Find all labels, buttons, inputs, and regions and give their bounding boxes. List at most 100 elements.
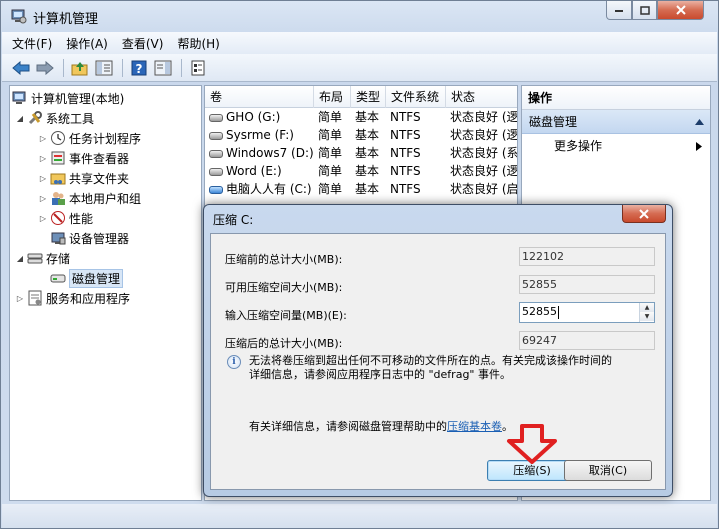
device-manager-icon — [50, 230, 66, 246]
menu-view[interactable]: 查看(V) — [122, 35, 164, 52]
minimize-icon — [615, 10, 623, 12]
tree-item-performance[interactable]: ▷ 性能 — [38, 209, 93, 227]
volume-name: Sysrme (F:) — [226, 128, 294, 142]
shrink-basic-volume-link[interactable]: 压缩基本卷 — [447, 420, 502, 433]
cell-layout: 简单 — [318, 164, 343, 178]
tree-item-task-scheduler[interactable]: ▷ 任务计划程序 — [38, 129, 141, 147]
table-row[interactable]: Sysrme (F:) 简单 基本 NTFS 状态良好 (逻 — [205, 126, 517, 144]
svg-text:?: ? — [136, 62, 143, 76]
table-row[interactable]: Word (E:) 简单 基本 NTFS 状态良好 (逻 — [205, 162, 518, 180]
cell-type: 基本 — [355, 128, 380, 142]
maximize-button[interactable] — [632, 1, 657, 20]
tree-item-system-tools[interactable]: ◢ 系统工具 — [15, 109, 94, 127]
list-header: 卷 布局 类型 文件系统 状态 — [205, 86, 517, 108]
close-button[interactable] — [657, 1, 704, 20]
shrink-amount-stepper[interactable]: 52855 ▲ ▼ — [519, 302, 655, 323]
forward-button[interactable] — [34, 57, 56, 79]
info-message: 无法将卷压缩到超出任何不可移动的文件所在的点。有关完成该操作时间的 详细信息，请… — [249, 354, 659, 382]
tree-label: 服务和应用程序 — [46, 291, 131, 306]
shrink-amount-input[interactable]: 52855 — [522, 305, 557, 318]
action-section-label: 磁盘管理 — [529, 115, 578, 129]
menu-file[interactable]: 文件(F) — [12, 35, 52, 52]
column-header-filesystem[interactable]: 文件系统 — [386, 86, 446, 108]
console-tree-pane: 计算机管理(本地) ◢ 系统工具 ▷ 任务计划程序 ▷ 事件查看器 ▷ 共享文件… — [9, 85, 202, 501]
table-row[interactable]: GHO (G:) 简单 基本 NTFS 状态良好 (逻 — [205, 108, 517, 126]
back-arrow-icon — [12, 60, 30, 75]
tree-item-shared-folders[interactable]: ▷ 共享文件夹 — [38, 169, 129, 187]
tree-item-local-users[interactable]: ▷ 本地用户和组 — [38, 189, 141, 207]
column-header-layout[interactable]: 布局 — [314, 86, 351, 108]
collapse-arrow-icon[interactable]: ◢ — [15, 114, 25, 123]
spin-buttons: ▲ ▼ — [639, 303, 654, 322]
help-button[interactable]: ? — [128, 57, 150, 79]
dialog-body: 压缩前的总计大小(MB): 122102 可用压缩空间大小(MB): 52855… — [210, 233, 666, 490]
menu-help[interactable]: 帮助(H) — [177, 35, 219, 52]
cell-layout: 简单 — [318, 110, 343, 124]
more-actions-item[interactable]: 更多操作 — [522, 134, 710, 158]
cell-status: 状态良好 (系 — [450, 146, 518, 160]
expand-arrow-icon[interactable]: ▷ — [38, 134, 48, 143]
clock-icon — [50, 130, 66, 146]
action-section-disk-management[interactable]: 磁盘管理 — [522, 110, 710, 134]
table-row[interactable]: Windows7 (D:) 简单 基本 NTFS 状态良好 (系 — [205, 144, 518, 162]
decrement-down-icon[interactable]: ▼ — [640, 312, 654, 321]
tree-item-event-viewer[interactable]: ▷ 事件查看器 — [38, 149, 129, 167]
tools-icon — [27, 110, 43, 126]
show-hide-action-pane-button[interactable] — [152, 57, 174, 79]
back-button[interactable] — [10, 57, 32, 79]
tree-label: 设备管理器 — [69, 231, 130, 246]
cell-layout: 简单 — [318, 146, 343, 160]
tree-item-services[interactable]: ▷ 服务和应用程序 — [15, 289, 130, 307]
cell-filesystem: NTFS — [390, 110, 421, 124]
show-hide-tree-button[interactable] — [93, 57, 115, 79]
window-title: 计算机管理 — [33, 12, 99, 27]
properties-button[interactable] — [187, 57, 209, 79]
forward-arrow-icon — [36, 60, 54, 75]
tree-label: 任务计划程序 — [69, 131, 142, 146]
cell-volume: Windows7 (D:) — [205, 144, 314, 162]
up-level-button[interactable] — [69, 57, 91, 79]
computer-management-icon — [12, 90, 28, 106]
cancel-button[interactable]: 取消(C) — [564, 460, 652, 481]
action-pane-icon — [154, 60, 172, 75]
shared-folder-icon — [50, 170, 66, 186]
tree-item-computer-management[interactable]: 计算机管理(本地) — [12, 89, 124, 107]
column-header-type[interactable]: 类型 — [351, 86, 386, 108]
table-row[interactable]: 电脑人人有 (C:) 简单 基本 NTFS 状态良好 (启 — [205, 180, 517, 198]
disk-icon — [209, 131, 223, 140]
expand-arrow-icon[interactable]: ▷ — [38, 154, 48, 163]
title-bar: 计算机管理 — [1, 1, 718, 31]
menu-action[interactable]: 操作(A) — [66, 35, 108, 52]
cell-type: 基本 — [355, 182, 380, 196]
menu-bar: 文件(F) 操作(A) 查看(V) 帮助(H) — [2, 32, 717, 54]
column-header-volume[interactable]: 卷 — [205, 86, 314, 108]
expand-arrow-icon[interactable]: ▷ — [38, 174, 48, 183]
available-space-value: 52855 — [519, 275, 655, 294]
cell-layout: 简单 — [318, 128, 343, 142]
tree-item-disk-management[interactable]: 磁盘管理 — [48, 268, 124, 288]
tree-item-device-manager[interactable]: 设备管理器 — [48, 229, 129, 247]
increment-up-icon[interactable]: ▲ — [640, 303, 654, 312]
expand-arrow-icon[interactable]: ▷ — [15, 294, 25, 303]
collapse-arrow-icon[interactable]: ◢ — [15, 254, 25, 263]
cell-volume: 电脑人人有 (C:) — [205, 180, 314, 198]
shrink-amount-label: 输入压缩空间量(MB)(E): — [225, 309, 347, 322]
system-disk-icon — [209, 185, 223, 194]
help-line: 有关详细信息，请参阅磁盘管理帮助中的压缩基本卷。 — [249, 418, 513, 434]
minimize-button[interactable] — [606, 1, 632, 20]
expand-arrow-icon[interactable]: ▷ — [38, 214, 48, 223]
cell-status: 状态良好 (逻 — [450, 164, 518, 178]
cell-type: 基本 — [355, 164, 380, 178]
cell-layout: 简单 — [318, 182, 343, 196]
folder-up-icon — [71, 61, 88, 75]
red-arrow-annotation-icon — [507, 424, 557, 464]
column-header-status[interactable]: 状态 — [446, 86, 517, 108]
tree-item-storage[interactable]: ◢ 存储 — [15, 249, 70, 267]
console-tree-icon — [95, 60, 113, 75]
dialog-close-button[interactable] — [622, 205, 666, 223]
expand-arrow-icon[interactable]: ▷ — [38, 194, 48, 203]
storage-icon — [27, 250, 43, 266]
cell-volume: Sysrme (F:) — [205, 126, 314, 144]
tree-label: 共享文件夹 — [69, 171, 130, 186]
info-icon: i — [227, 355, 241, 369]
